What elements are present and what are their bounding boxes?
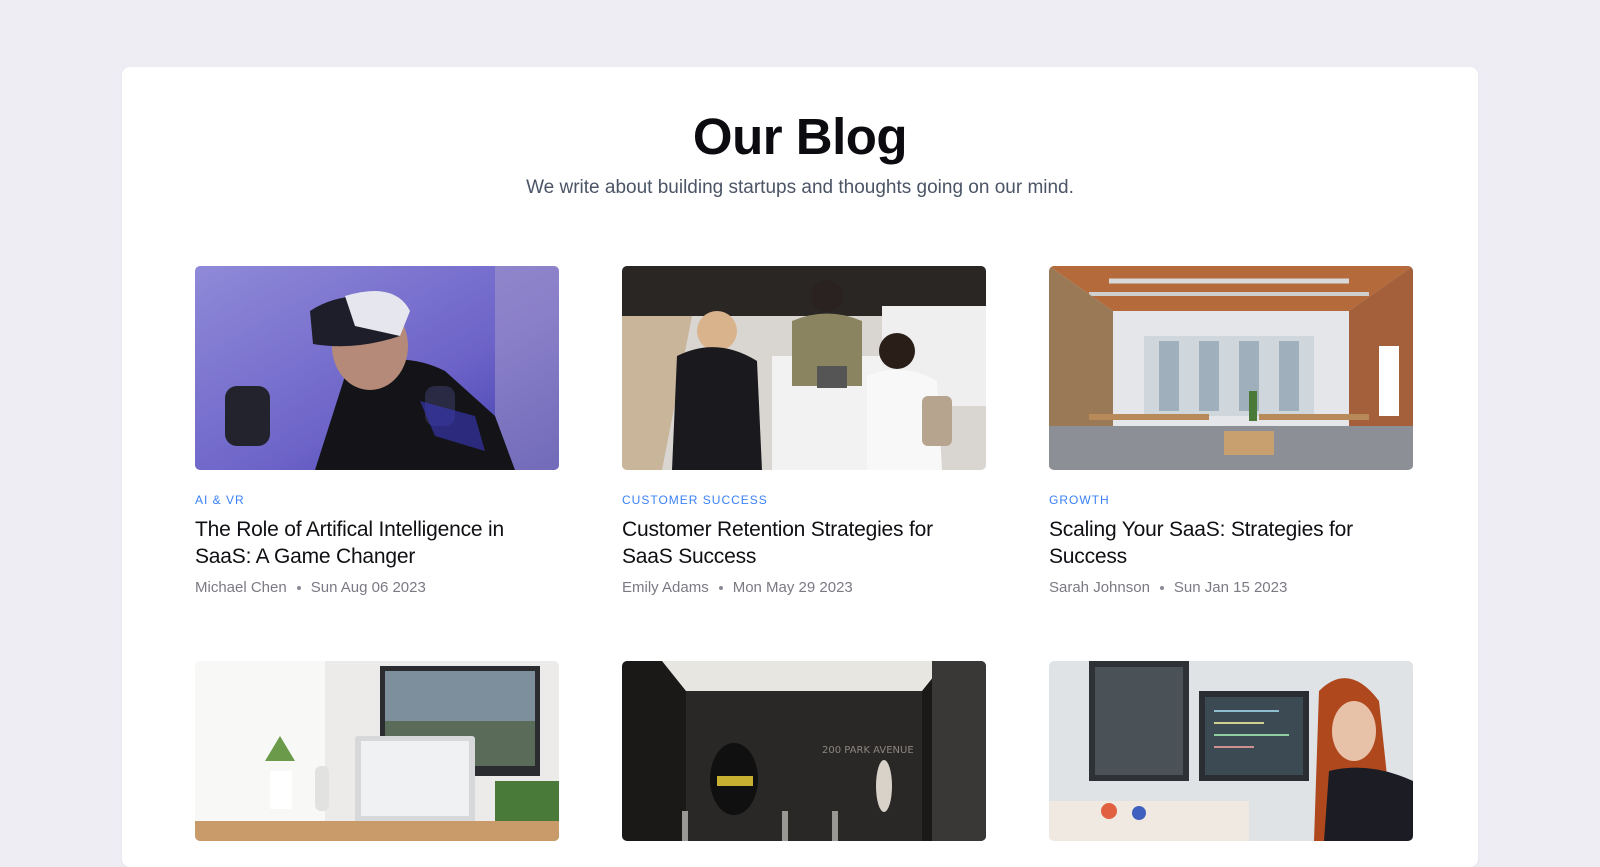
separator-dot <box>718 585 723 590</box>
post-thumbnail-office[interactable] <box>1049 266 1413 470</box>
blog-post-card[interactable]: CUSTOMER SUCCESS Customer Retention Stra… <box>622 266 986 596</box>
open-office-photo <box>1049 266 1413 470</box>
post-meta: Sarah Johnson Sun Jan 15 2023 <box>1049 579 1413 596</box>
post-category[interactable]: CUSTOMER SUCCESS <box>622 493 986 507</box>
post-meta: Emily Adams Mon May 29 2023 <box>622 579 986 596</box>
post-author: Michael Chen <box>195 579 287 596</box>
separator-dot <box>1159 585 1164 590</box>
laptop-desk-photo <box>195 661 559 841</box>
blog-post-card[interactable]: GROWTH Scaling Your SaaS: Strategies for… <box>1049 266 1413 596</box>
post-thumbnail-developer[interactable] <box>1049 661 1413 841</box>
post-category[interactable]: AI & VR <box>195 493 559 507</box>
blog-post-card[interactable] <box>195 661 559 841</box>
lobby-sign: 200 PARK AVENUE <box>822 745 914 756</box>
page-subtitle: We write about building startups and tho… <box>526 177 1074 198</box>
post-title[interactable]: The Role of Artifical Intelligence in Sa… <box>195 516 559 570</box>
blog-card: Our Blog We write about building startup… <box>122 67 1478 867</box>
post-author: Sarah Johnson <box>1049 579 1150 596</box>
post-date: Mon May 29 2023 <box>732 579 853 596</box>
coffee-shop-counter-photo <box>622 266 986 470</box>
post-title[interactable]: Customer Retention Strategies for SaaS S… <box>622 516 986 570</box>
post-category[interactable]: GROWTH <box>1049 493 1413 507</box>
post-thumbnail-coffee[interactable] <box>622 266 986 470</box>
blog-post-card[interactable]: AI & VR The Role of Artifical Intelligen… <box>195 266 559 596</box>
blog-post-card[interactable]: 200 PARK AVENUE <box>622 661 986 841</box>
post-date: Sun Jan 15 2023 <box>1173 579 1288 596</box>
developer-monitors-photo <box>1049 661 1413 841</box>
post-date: Sun Aug 06 2023 <box>310 579 426 596</box>
post-title[interactable]: Scaling Your SaaS: Strategies for Succes… <box>1049 516 1413 570</box>
post-thumbnail-desk[interactable] <box>195 661 559 841</box>
building-lobby-photo: 200 PARK AVENUE <box>622 661 986 841</box>
page-title: Our Blog <box>692 108 908 165</box>
post-author: Emily Adams <box>622 579 709 596</box>
post-thumbnail-vr[interactable] <box>195 266 559 470</box>
post-meta: Michael Chen Sun Aug 06 2023 <box>195 579 559 596</box>
blog-post-card[interactable] <box>1049 661 1413 841</box>
post-thumbnail-lobby[interactable]: 200 PARK AVENUE <box>622 661 986 841</box>
separator-dot <box>296 585 301 590</box>
vr-headset-photo <box>195 266 559 470</box>
